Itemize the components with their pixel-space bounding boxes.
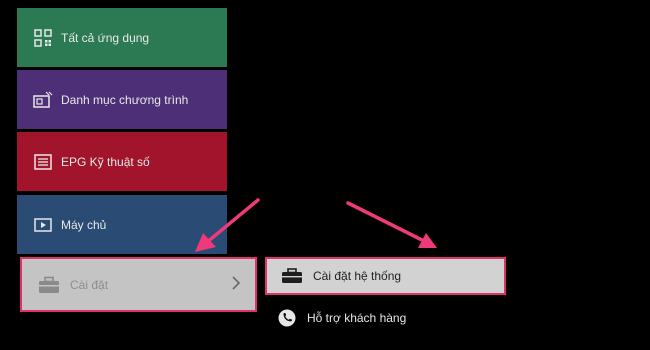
annotation-arrows xyxy=(195,198,437,252)
annotation-arrow-settings xyxy=(195,198,260,252)
annotation-arrow-system-settings xyxy=(346,201,437,248)
tv-menu-screen: Tất cả ứng dụng Danh mục chương trình EP… xyxy=(0,0,650,350)
